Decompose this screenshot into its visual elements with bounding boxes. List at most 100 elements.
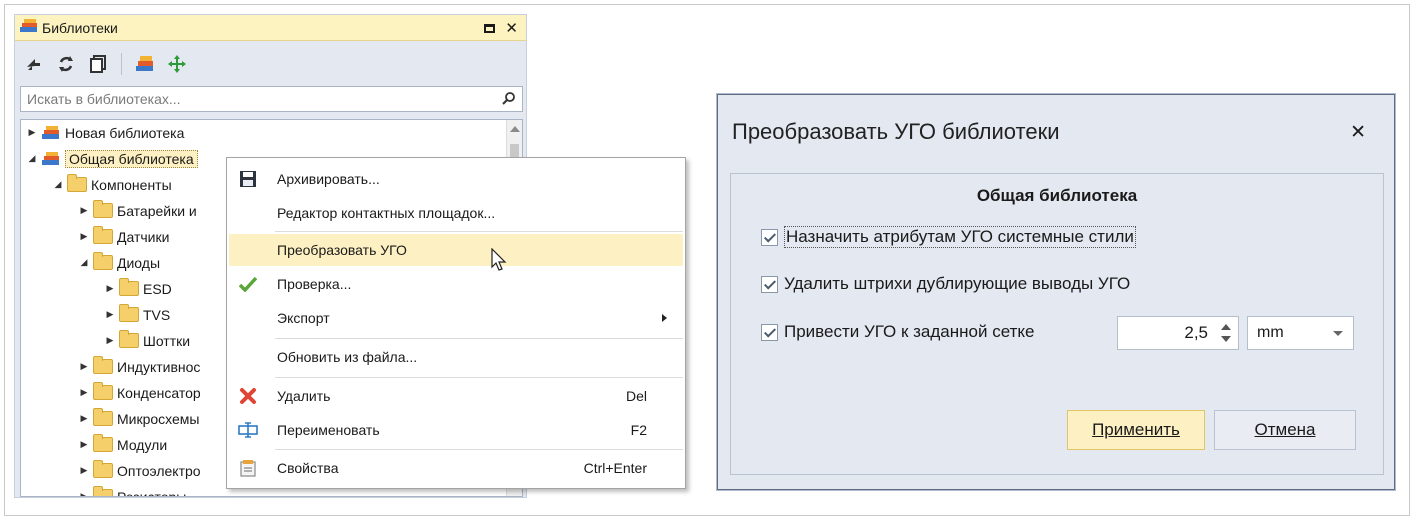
checkbox-assign-styles[interactable]: [761, 228, 778, 246]
move-icon[interactable]: [166, 53, 188, 75]
folder-icon: [93, 408, 113, 426]
option-assign-styles[interactable]: Назначить атрибутам УГО системные стили: [761, 226, 1136, 248]
collapse-arrow-icon[interactable]: ◢: [51, 179, 65, 190]
folder-icon: [67, 174, 87, 192]
menu-separator: [275, 449, 683, 450]
option-snap-grid[interactable]: Привести УГО к заданной сетке: [761, 322, 1034, 342]
panel-title: Библиотеки: [42, 19, 118, 36]
library-icon: [19, 18, 39, 37]
menu-item-archive[interactable]: Архивировать...: [229, 163, 683, 195]
menu-item-label: Экспорт: [277, 310, 330, 326]
checkbox-snap-grid[interactable]: [761, 323, 778, 341]
spin-down-icon[interactable]: [1221, 336, 1231, 342]
tree-item[interactable]: ▶ Индуктивнос: [77, 354, 200, 379]
tree-item-label: Диоды: [117, 254, 161, 271]
panel-toolbar: [19, 50, 188, 78]
expand-arrow-icon[interactable]: ▶: [77, 205, 91, 216]
tree-item[interactable]: ▶ Микросхемы: [77, 406, 200, 431]
context-menu: Архивировать... Редактор контактных площ…: [226, 157, 686, 489]
tree-item[interactable]: ▶ Конденсатор: [77, 380, 201, 405]
expand-arrow-icon[interactable]: ▶: [77, 231, 91, 242]
tree-item-label: TVS: [143, 306, 171, 323]
option-remove-strokes[interactable]: Удалить штрихи дублирующие выводы УГО: [761, 274, 1130, 294]
checkbox-remove-strokes[interactable]: [761, 275, 778, 293]
search-input[interactable]: Искать в библиотеках...: [20, 86, 523, 112]
menu-item-rename[interactable]: Переименовать F2: [229, 414, 683, 446]
menu-separator: [275, 231, 683, 232]
save-icon: [229, 170, 267, 188]
menu-item-label: Архивировать...: [277, 171, 380, 187]
dialog-title: Преобразовать УГО библиотеки: [732, 119, 1060, 144]
menu-item-pad-editor[interactable]: Редактор контактных площадок...: [229, 197, 683, 229]
menu-item-label: Обновить из файла...: [277, 349, 418, 365]
tree-item[interactable]: ▶ Батарейки и: [77, 198, 197, 223]
refresh-icon[interactable]: [55, 53, 77, 75]
swap-icon[interactable]: [23, 53, 45, 75]
tree-item[interactable]: ▶ ESD: [103, 276, 172, 301]
collapse-arrow-icon[interactable]: ◢: [25, 153, 39, 164]
expand-arrow-icon[interactable]: ▶: [103, 283, 117, 294]
grid-unit-select[interactable]: mm: [1247, 316, 1354, 350]
expand-arrow-icon[interactable]: ▶: [77, 387, 91, 398]
library-icon: [41, 125, 61, 141]
expand-arrow-icon[interactable]: ▶: [103, 335, 117, 346]
group-title: Общая библиотека: [976, 186, 1138, 205]
tree-item-label: Модули: [117, 436, 168, 453]
copy-icon[interactable]: [87, 53, 109, 75]
check-icon: [229, 276, 267, 292]
grid-unit-value: mm: [1257, 324, 1284, 341]
expand-arrow-icon[interactable]: ▶: [77, 491, 91, 496]
expand-arrow-icon[interactable]: ▶: [77, 361, 91, 372]
close-icon[interactable]: ✕: [505, 19, 518, 37]
tree-item[interactable]: ▶ Датчики: [77, 224, 169, 249]
tree-item[interactable]: ◢ Компоненты: [51, 172, 172, 197]
tree-item[interactable]: ▶ Шоттки: [103, 328, 190, 353]
folder-icon: [93, 226, 113, 244]
expand-arrow-icon[interactable]: ▶: [103, 309, 117, 320]
tree-item-label: Батарейки и: [117, 202, 197, 219]
menu-item-label: Преобразовать УГО: [277, 242, 407, 258]
menu-item-label: Удалить: [277, 388, 331, 404]
panel-title-bar: Библиотеки ✕: [15, 15, 526, 41]
menu-item-delete[interactable]: Удалить Del: [229, 380, 683, 412]
menu-item-update-from-file[interactable]: Обновить из файла...: [229, 341, 683, 373]
tree-item[interactable]: ▶ Модули: [77, 432, 167, 457]
expand-arrow-icon[interactable]: ▶: [77, 465, 91, 476]
tree-item[interactable]: ▶ Оптоэлектро: [77, 458, 201, 483]
tree-item[interactable]: ▶ TVS: [103, 302, 170, 327]
tree-item[interactable]: ◢ Общая библиотека: [25, 146, 198, 171]
menu-item-convert-ugo[interactable]: Преобразовать УГО: [229, 234, 683, 271]
spin-up-icon[interactable]: [1221, 324, 1231, 330]
menu-item-properties[interactable]: Свойства Ctrl+Enter: [229, 452, 683, 484]
expand-arrow-icon[interactable]: ▶: [77, 413, 91, 424]
apply-button[interactable]: Применить: [1067, 410, 1205, 450]
collapse-arrow-icon[interactable]: ◢: [77, 257, 91, 268]
folder-icon: [93, 200, 113, 218]
tree-item[interactable]: ▶ Новая библиотека: [25, 120, 185, 145]
properties-icon: [229, 459, 267, 477]
tree-item-label: Индуктивнос: [117, 358, 201, 375]
close-icon[interactable]: ✕: [1350, 121, 1366, 144]
expand-arrow-icon[interactable]: ▶: [25, 127, 39, 138]
expand-arrow-icon[interactable]: ▶: [77, 439, 91, 450]
tree-item-label: Датчики: [117, 228, 170, 245]
grid-step-stepper[interactable]: 2,5: [1117, 316, 1239, 350]
tree-item-label: Компоненты: [91, 176, 172, 193]
tree-item[interactable]: ▶ Резисторы: [77, 484, 186, 496]
menu-item-export[interactable]: Экспорт: [229, 302, 683, 334]
tree-item-label: ESD: [143, 280, 172, 297]
scroll-up-icon[interactable]: [510, 126, 520, 132]
chevron-down-icon[interactable]: [1333, 331, 1343, 336]
library-settings-icon[interactable]: [134, 53, 156, 75]
search-icon[interactable]: [502, 91, 516, 108]
options-group: Общая библиотека Назначить атрибутам УГО…: [730, 173, 1384, 475]
option-label: Назначить атрибутам УГО системные стили: [784, 226, 1136, 248]
tree-item-label: Новая библиотека: [65, 124, 185, 141]
tree-item[interactable]: ◢ Диоды: [77, 250, 160, 275]
menu-shortcut: F2: [630, 422, 647, 438]
maximize-icon[interactable]: [484, 23, 496, 33]
submenu-arrow-icon: [662, 314, 667, 322]
menu-item-check[interactable]: Проверка...: [229, 268, 683, 300]
menu-shortcut: Del: [625, 388, 647, 404]
cancel-button[interactable]: Отмена: [1214, 410, 1356, 450]
